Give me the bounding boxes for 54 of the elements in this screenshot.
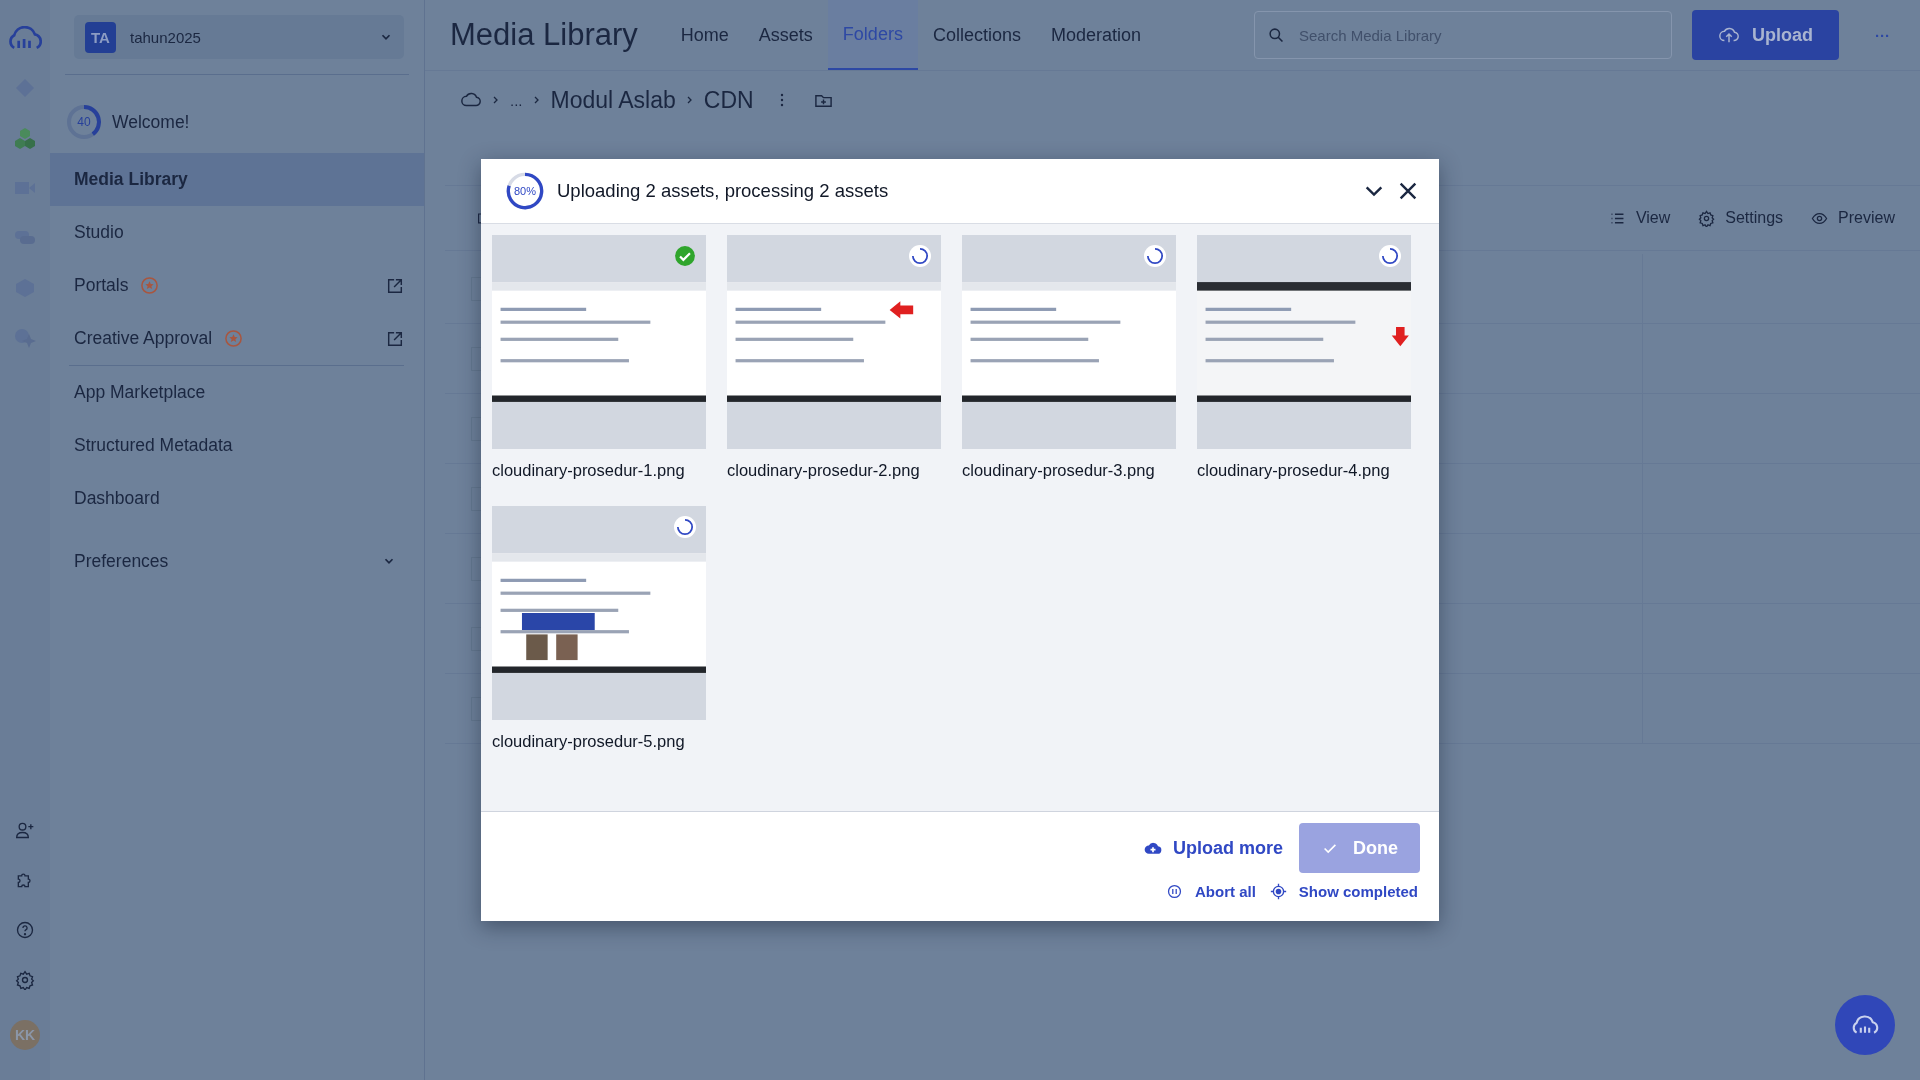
pause-icon bbox=[1165, 883, 1183, 900]
file-name: cloudinary-prosedur-4.png bbox=[1197, 461, 1391, 480]
sidebar-item[interactable]: Portals bbox=[74, 275, 129, 296]
file-name: cloudinary-prosedur-1.png bbox=[492, 461, 686, 480]
settings-icon[interactable] bbox=[15, 970, 35, 990]
sidebar-item[interactable]: App Marketplace bbox=[74, 382, 206, 403]
sidebar-item[interactable]: Structured Metadata bbox=[74, 435, 233, 456]
nav-tab[interactable]: Home bbox=[665, 0, 744, 70]
upload-more-button[interactable]: Upload more bbox=[1137, 836, 1289, 860]
sidebar-item[interactable]: Studio bbox=[74, 222, 124, 243]
search-icon bbox=[1268, 27, 1285, 44]
help-icon[interactable] bbox=[15, 920, 35, 940]
nav-tab[interactable]: Folders bbox=[827, 0, 918, 70]
show-completed-button[interactable]: Show completed bbox=[1267, 883, 1420, 900]
chevron-right-icon bbox=[685, 94, 694, 106]
target-icon bbox=[1269, 883, 1287, 900]
chevron-right-icon bbox=[492, 94, 500, 106]
toolbar-button[interactable]: View bbox=[1608, 209, 1671, 227]
breadcrumb-link[interactable]: Modul Aslab bbox=[550, 86, 676, 114]
welcome-link[interactable]: Welcome! bbox=[112, 111, 190, 133]
nav-tab[interactable]: Collections bbox=[917, 0, 1036, 70]
account-selector[interactable]: TA tahun2025 bbox=[74, 15, 404, 59]
sidebar-item[interactable]: Dashboard bbox=[74, 488, 160, 509]
settings-icon bbox=[1698, 209, 1716, 227]
dialog-title: Uploading 2 assets, processing 2 assets bbox=[557, 180, 890, 202]
cloud-logo-icon[interactable] bbox=[7, 26, 43, 50]
external-link-icon[interactable] bbox=[386, 276, 404, 295]
close-icon[interactable] bbox=[1397, 180, 1419, 202]
help-button[interactable] bbox=[1835, 995, 1895, 1055]
sidebar-item[interactable]: Media Library bbox=[74, 169, 188, 190]
progress-value: 40 bbox=[77, 115, 91, 129]
nav-tab[interactable]: Assets bbox=[743, 0, 828, 70]
kebab-menu-icon[interactable] bbox=[779, 92, 784, 108]
file-name: cloudinary-prosedur-5.png bbox=[492, 732, 686, 751]
progress-ring bbox=[66, 104, 102, 140]
sidebar-item[interactable]: Creative Approval bbox=[74, 328, 213, 349]
toolbar-button[interactable]: Settings bbox=[1698, 209, 1784, 227]
file-name: cloudinary-prosedur-3.png bbox=[962, 461, 1156, 480]
toolbar-button[interactable]: Preview bbox=[1811, 209, 1895, 227]
page-title: Media Library bbox=[450, 17, 638, 53]
cloud-logo-icon bbox=[1851, 1015, 1879, 1035]
breadcrumb-link[interactable]: CDN bbox=[703, 86, 754, 114]
preferences-item[interactable]: Preferences bbox=[74, 550, 169, 572]
nav-tab[interactable]: Moderation bbox=[1035, 0, 1156, 70]
progress-value: 80% bbox=[514, 185, 536, 197]
upload-button[interactable]: Upload bbox=[1692, 10, 1839, 60]
add-user-icon[interactable] bbox=[15, 820, 35, 840]
external-link-icon[interactable] bbox=[386, 329, 404, 348]
file-name: cloudinary-prosedur-2.png bbox=[727, 461, 921, 480]
breadcrumb-link[interactable]: ... bbox=[510, 91, 523, 109]
more-menu[interactable]: ··· bbox=[1875, 26, 1890, 44]
progress-ring bbox=[505, 171, 545, 211]
abort-all-button[interactable]: Abort all bbox=[1163, 883, 1258, 900]
chevron-right-icon bbox=[532, 94, 541, 106]
